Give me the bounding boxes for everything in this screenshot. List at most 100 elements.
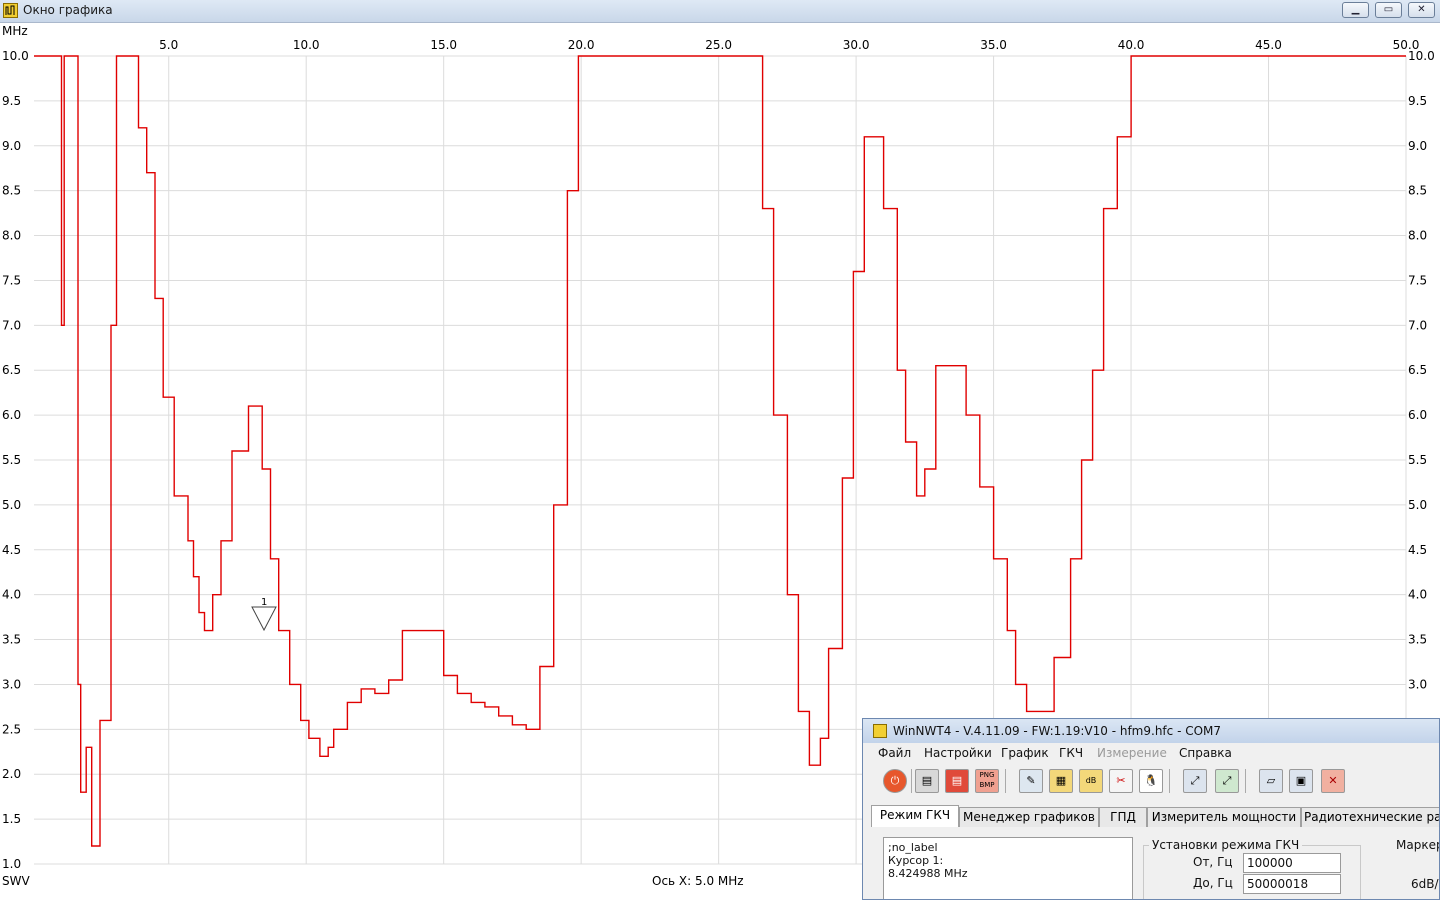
linux-icon[interactable]: 🐧 [1139,769,1163,793]
tools-icon[interactable]: ✎ [1019,769,1043,793]
folder-icon[interactable]: ▦ [1049,769,1073,793]
from-input[interactable]: 100000 [1243,853,1341,873]
scale-label: 6dB/6 [1411,877,1439,891]
memo-line: 8.424988 MHz [888,867,968,880]
y-tick-label: 7.0 [1408,318,1427,332]
y-tick-label: 7.5 [2,273,21,287]
memo-line: Курсор 1: [888,854,944,867]
window-title: Окно графика [23,3,113,17]
mode-label: SWV [2,874,30,888]
x-tick-label: 30.0 [843,38,870,52]
x-tick-label: 35.0 [980,38,1007,52]
delete-icon[interactable]: ✕ [1321,769,1345,793]
y-tick-label: 8.5 [2,184,21,198]
toolbar: ⏻ ▤ ▤ PNG BMP ✎ ▦ dB ✂ 🐧 ⤢ ⤢ ▱ ▣ ✕ [863,763,1439,797]
winnwt-title: WinNWT4 - V.4.11.09 - FW:1.19:V10 - hfm9… [893,724,1222,738]
sweep-panel: ;no_label Курсор 1: 8.424988 MHz Установ… [871,827,1440,899]
y-tick-label: 2.5 [2,722,21,736]
y-tick-label: 7.5 [1408,273,1427,287]
print-icon[interactable]: ▤ [915,769,939,793]
to-label: До, Гц [1193,876,1233,890]
y-tick-label: 2.0 [2,767,21,781]
y-tick-label: 8.0 [2,229,21,243]
db-icon[interactable]: dB [1079,769,1103,793]
y-tick-label: 1.5 [2,812,21,826]
y-tick-label: 9.5 [1408,94,1427,108]
menu-settings[interactable]: Настройки [924,746,992,760]
y-tick-label: 3.0 [1408,677,1427,691]
y-tick-label: 8.5 [1408,184,1427,198]
wrench-icon[interactable]: ✂ [1109,769,1133,793]
marker-label: 1 [261,597,267,608]
tab-rf-calc[interactable]: Радиотехнические рас [1301,807,1439,827]
y-tick-label: 9.0 [2,139,21,153]
y-tick-label: 7.0 [2,318,21,332]
y-tick-label: 3.0 [2,677,21,691]
info-memo[interactable]: ;no_label Курсор 1: 8.424988 MHz [883,837,1133,899]
y-tick-label: 5.0 [2,498,21,512]
maximize-button[interactable]: ▭ [1375,2,1402,18]
menu-file[interactable]: Файл [878,746,911,760]
tab-vfo[interactable]: ГПД [1099,807,1147,827]
tab-graph-manager[interactable]: Менеджер графиков [959,807,1099,827]
y-tick-label: 4.0 [1408,588,1427,602]
y-tick-label: 3.5 [2,633,21,647]
to-input[interactable]: 50000018 [1243,874,1341,894]
menu-measure[interactable]: Измерение [1097,746,1167,760]
x-tick-label: 20.0 [568,38,595,52]
x-tick-label: 45.0 [1255,38,1282,52]
menu-graph[interactable]: График [1001,746,1049,760]
y-tick-label: 10.0 [1408,49,1435,63]
sweep-settings-title: Установки режима ГКЧ [1149,838,1303,852]
memo-line: ;no_label [888,841,938,854]
x-axis-caption: Ось X: 5.0 MHz [652,874,744,888]
y-tick-label: 6.5 [2,363,21,377]
y-tick-label: 4.5 [1408,543,1427,557]
x-tick-label: 10.0 [293,38,320,52]
app-icon [3,3,18,18]
png-bmp-icon[interactable]: PNG BMP [975,769,999,793]
y-tick-label: 4.0 [2,588,21,602]
power-icon[interactable]: ⏻ [883,769,907,793]
unit-label: MHz [2,24,28,38]
x-tick-label: 15.0 [430,38,457,52]
y-tick-labels-left: 10.0 9.5 9.0 8.5 8.0 7.5 7.0 6.5 6.0 5.5 5.0 4.5 4.0… [2,49,29,871]
y-tick-label: 10.0 [2,49,29,63]
menu-sweep[interactable]: ГКЧ [1059,746,1083,760]
y-tick-label: 9.0 [1408,139,1427,153]
y-tick-label: 5.5 [2,453,21,467]
winnwt-titlebar: WinNWT4 - V.4.11.09 - FW:1.19:V10 - hfm9… [863,719,1439,743]
x-tick-label: 5.0 [159,38,178,52]
menubar: Файл Настройки График ГКЧ Измерение Спра… [863,743,1439,763]
menu-help[interactable]: Справка [1179,746,1232,760]
from-label: От, Гц [1193,855,1233,869]
marker-1[interactable]: 1 [251,597,277,632]
tab-bar: Режим ГКЧ Менеджер графиков ГПД Измерите… [863,805,1439,828]
load-curve-icon[interactable]: ⤢ [1183,769,1207,793]
y-tick-label: 6.0 [2,408,21,422]
save-curve-icon[interactable]: ⤢ [1215,769,1239,793]
y-tick-label: 6.0 [1408,408,1427,422]
x-tick-label: 25.0 [705,38,732,52]
close-button[interactable]: ✕ [1408,2,1435,18]
winnwt-window[interactable]: WinNWT4 - V.4.11.09 - FW:1.19:V10 - hfm9… [862,718,1440,900]
y-tick-label: 9.5 [2,94,21,108]
open-file-icon[interactable]: ▱ [1259,769,1283,793]
winnwt-app-icon [873,724,887,738]
marker-group-title: Маркер [1396,838,1440,852]
x-tick-labels: 5.0 10.0 15.0 20.0 25.0 30.0 35.0 40.0 45.0 50.0 [159,38,1419,52]
y-tick-label: 5.5 [1408,453,1427,467]
save-file-icon[interactable]: ▣ [1289,769,1313,793]
window-titlebar: Окно графика ▁ ▭ ✕ [0,0,1440,23]
y-tick-label: 3.5 [1408,633,1427,647]
print-color-icon[interactable]: ▤ [945,769,969,793]
tab-sweep-mode[interactable]: Режим ГКЧ [871,805,959,828]
y-tick-label: 1.0 [2,857,21,871]
x-tick-label: 40.0 [1118,38,1145,52]
y-tick-label: 8.0 [1408,229,1427,243]
y-tick-label: 6.5 [1408,363,1427,377]
tab-power-meter[interactable]: Измеритель мощности [1147,807,1301,827]
minimize-button[interactable]: ▁ [1342,2,1369,18]
y-tick-label: 5.0 [1408,498,1427,512]
y-tick-label: 4.5 [2,543,21,557]
